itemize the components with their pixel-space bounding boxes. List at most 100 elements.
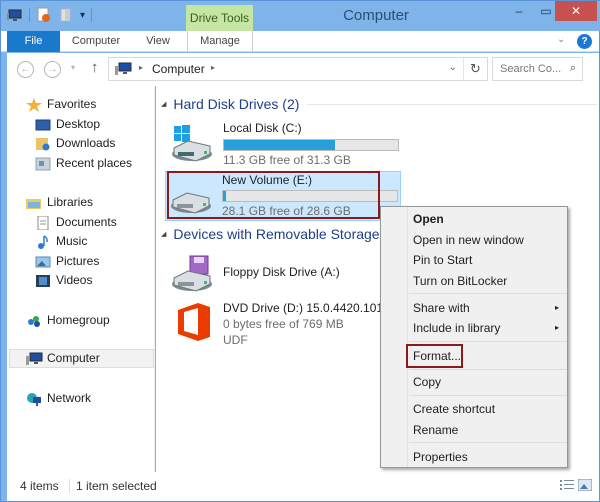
tab-view[interactable]: View: [138, 31, 178, 52]
nav-label: Recent places: [56, 156, 133, 170]
drive-name: Local Disk (C:): [223, 121, 302, 135]
menu-separator: [409, 341, 567, 342]
up-button[interactable]: ↑: [91, 59, 99, 76]
menu-item-rename[interactable]: Rename: [413, 420, 563, 440]
menu-item-share-with[interactable]: Share with ▸: [413, 298, 563, 318]
details-view-icon[interactable]: [560, 479, 574, 491]
item-count: 4 items: [20, 479, 59, 493]
nav-label: Network: [47, 391, 92, 405]
submenu-arrow-icon: ▸: [554, 303, 559, 312]
collapse-icon[interactable]: ◢: [161, 230, 166, 238]
menu-item-open-in-new-window[interactable]: Open in new window: [413, 230, 563, 250]
nav-label: Desktop: [56, 117, 101, 131]
group-divider: [307, 103, 598, 105]
nav-item-libraries[interactable]: Libraries: [7, 193, 93, 212]
pictures-icon: [35, 255, 51, 269]
back-button[interactable]: ←: [17, 61, 34, 78]
nav-item-downloads[interactable]: Downloads: [7, 134, 115, 153]
annotation-highlight-box: [406, 344, 463, 368]
search-input[interactable]: Search Co... ⌕: [492, 57, 583, 81]
drive-usage-fill: [224, 140, 336, 150]
nav-label: Homegroup: [47, 313, 110, 327]
submenu-arrow-icon: ▸: [554, 323, 559, 332]
nav-item-recent-places[interactable]: Recent places: [7, 154, 132, 173]
drive-floppy-a[interactable]: Floppy Disk Drive (A:): [166, 248, 396, 298]
nav-item-homegroup[interactable]: Homegroup: [7, 311, 110, 330]
nav-item-network[interactable]: Network: [7, 389, 91, 408]
help-icon[interactable]: ?: [577, 34, 592, 49]
group-title: Hard Disk Drives (2): [173, 96, 300, 112]
forward-button[interactable]: →: [44, 61, 61, 78]
nav-item-pictures[interactable]: Pictures: [7, 252, 99, 271]
breadcrumb-separator[interactable]: ▸: [139, 63, 143, 72]
nav-item-music[interactable]: Music: [7, 232, 87, 251]
group-title: Devices with Removable Storage: [173, 226, 380, 242]
drive-name: DVD Drive (D:) 15.0.4420.1017: [223, 301, 390, 315]
office-dvd-icon: [176, 302, 220, 342]
address-field[interactable]: ▸ Computer ▸ ⌄ ↻: [108, 57, 488, 81]
nav-item-videos[interactable]: Videos: [7, 271, 92, 290]
refresh-button[interactable]: ↻: [463, 58, 487, 80]
group-hard-disk-drives[interactable]: ◢ Hard Disk Drives (2): [156, 96, 598, 112]
large-icons-view-icon[interactable]: [577, 478, 593, 492]
nav-label: Music: [56, 234, 88, 248]
recent-places-icon: [35, 157, 51, 171]
nav-label: Videos: [56, 273, 93, 287]
floppy-drive-icon: [170, 254, 214, 294]
drive-dvd-d[interactable]: DVD Drive (D:) 15.0.4420.1017 0 bytes fr…: [166, 296, 396, 358]
status-bar: 4 items 1 item selected: [7, 472, 599, 501]
menu-item-label: Include in library: [413, 321, 501, 335]
minimize-button[interactable]: –: [506, 1, 532, 21]
recent-locations-dropdown[interactable]: ▾: [71, 63, 75, 72]
nav-item-desktop[interactable]: Desktop: [7, 115, 100, 134]
tab-manage[interactable]: Manage: [187, 31, 253, 52]
menu-item-open[interactable]: Open: [413, 209, 563, 229]
menu-separator: [409, 369, 567, 370]
windows-drive-icon: [170, 124, 214, 164]
nav-label: Favorites: [47, 97, 97, 111]
address-toolbar: ← → ▾ ↑ ▸ Computer ▸ ⌄ ↻ Search Co... ⌕: [7, 53, 599, 86]
breadcrumb-computer[interactable]: Computer: [152, 62, 205, 76]
breadcrumb-separator[interactable]: ▸: [211, 63, 215, 72]
group-removable-storage[interactable]: ◢ Devices with Removable Storage: [156, 226, 380, 242]
drive-local-disk-c[interactable]: Local Disk (C:) 11.3 GB free of 31.3 GB: [166, 118, 399, 168]
menu-gutter: [407, 207, 408, 467]
menu-item-label: Share with: [413, 301, 470, 315]
menu-item-properties[interactable]: Properties: [413, 447, 563, 467]
drive-filesystem: UDF: [223, 333, 248, 347]
menu-item-turn-on-bitlocker[interactable]: Turn on BitLocker: [413, 271, 563, 291]
expand-ribbon-icon[interactable]: ⌄: [557, 34, 565, 45]
search-icon[interactable]: ⌕: [570, 62, 576, 75]
annotation-highlight-box: [167, 171, 380, 219]
drive-free-space: 0 bytes free of 769 MB: [223, 317, 344, 331]
star-icon: [26, 97, 42, 112]
nav-item-documents[interactable]: Documents: [7, 213, 117, 232]
collapse-icon[interactable]: ◢: [161, 100, 166, 108]
menu-item-create-shortcut[interactable]: Create shortcut: [413, 399, 563, 419]
menu-separator: [409, 395, 567, 396]
nav-item-favorites[interactable]: Favorites: [7, 95, 96, 114]
music-icon: [35, 234, 51, 249]
context-menu: Open Open in new window Pin to Start Tur…: [380, 206, 568, 468]
documents-icon: [35, 215, 51, 230]
drive-usage-bar: [223, 139, 399, 151]
computer-icon: [26, 352, 43, 366]
videos-icon: [35, 274, 51, 288]
search-placeholder: Search Co...: [500, 63, 562, 75]
ribbon-tabs: File Computer View Manage ⌄ ?: [1, 31, 599, 52]
nav-label: Pictures: [56, 254, 100, 268]
menu-separator: [409, 442, 567, 443]
close-button[interactable]: ✕: [555, 1, 597, 21]
tab-file[interactable]: File: [7, 31, 60, 52]
menu-item-copy[interactable]: Copy: [413, 372, 563, 392]
menu-item-include-in-library[interactable]: Include in library ▸: [413, 318, 563, 338]
nav-item-computer[interactable]: Computer: [9, 349, 154, 368]
menu-item-pin-to-start[interactable]: Pin to Start: [413, 250, 563, 270]
title-bar: ▾ Drive Tools Computer – ▭ ✕: [1, 1, 600, 31]
address-history-dropdown[interactable]: ⌄: [449, 62, 457, 73]
navigation-pane: Favorites Desktop Downloads Recent place…: [7, 86, 155, 472]
tab-computer[interactable]: Computer: [63, 31, 129, 52]
status-divider: [69, 479, 70, 493]
explorer-window: ▾ Drive Tools Computer – ▭ ✕ File Comput…: [0, 0, 600, 502]
computer-icon: [115, 62, 133, 79]
